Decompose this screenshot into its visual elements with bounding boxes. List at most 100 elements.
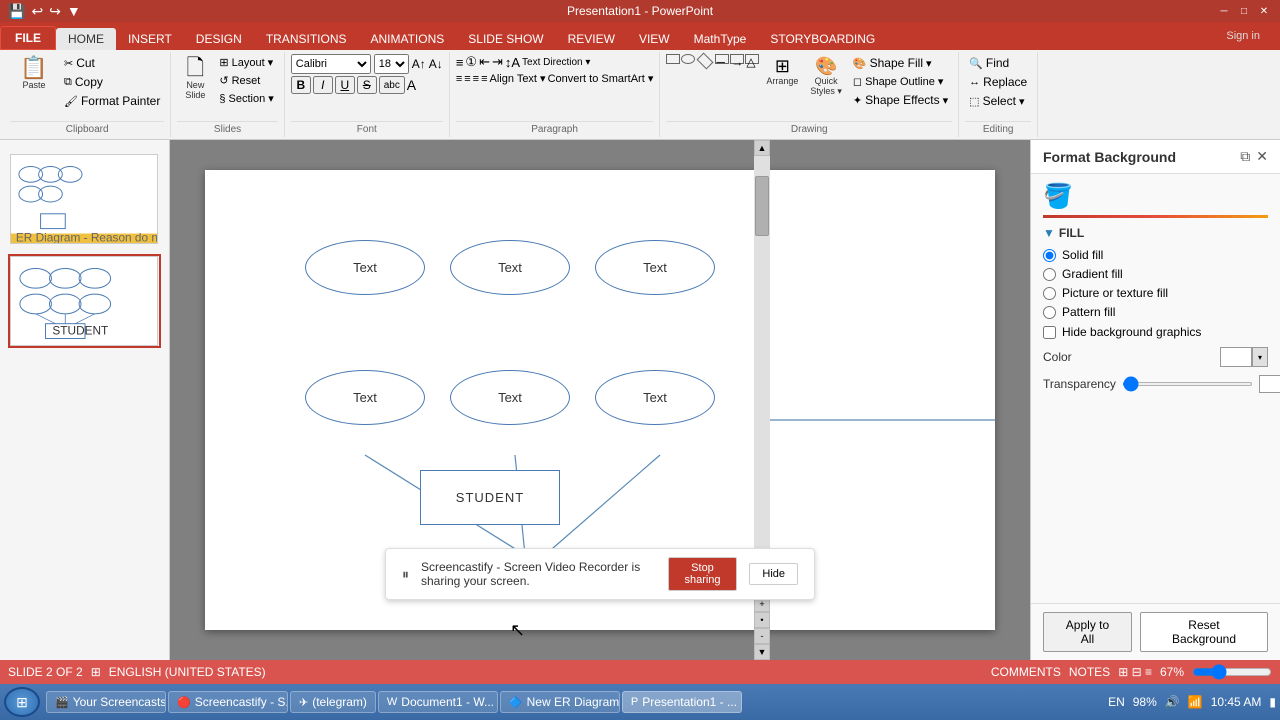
taskbar-powerpoint[interactable]: P Presentation1 - ... — [622, 691, 742, 713]
start-button[interactable]: ⊞ — [4, 687, 40, 717]
network-icon[interactable]: 📶 — [1188, 695, 1203, 709]
ellipse-top-1[interactable]: Text — [305, 240, 425, 295]
notes-btn[interactable]: NOTES — [1069, 665, 1110, 679]
maximize-btn[interactable]: □ — [1236, 3, 1252, 19]
pattern-fill-option[interactable]: Pattern fill — [1043, 305, 1268, 319]
hide-graphics-label[interactable]: Hide background graphics — [1062, 325, 1201, 339]
align-left-btn[interactable]: ≡ — [456, 73, 462, 85]
pattern-fill-radio[interactable] — [1043, 306, 1056, 319]
tab-animations[interactable]: ANIMATIONS — [358, 28, 456, 50]
paste-button[interactable]: 📋 Paste — [10, 54, 58, 93]
hide-graphics-checkbox[interactable] — [1043, 326, 1056, 339]
quick-styles-button[interactable]: 🎨 QuickStyles ▾ — [805, 54, 847, 100]
tab-design[interactable]: DESIGN — [184, 28, 254, 50]
color-swatch[interactable] — [1220, 347, 1252, 367]
layout-button[interactable]: ⊞ Layout ▾ — [215, 54, 277, 71]
stop-sharing-button[interactable]: Stop sharing — [668, 557, 738, 591]
solid-fill-radio[interactable] — [1043, 249, 1056, 262]
show-desktop-btn[interactable]: ▮ — [1269, 695, 1276, 709]
align-text-btn[interactable]: Align Text ▾ — [490, 72, 546, 85]
ellipse-bot-2[interactable]: Text — [450, 370, 570, 425]
decrease-indent-btn[interactable]: ⇤ — [479, 54, 490, 70]
minimize-btn[interactable]: ─ — [1216, 3, 1232, 19]
text-direction-btn[interactable]: ↕A — [505, 55, 520, 70]
taskbar-screencasts[interactable]: 🎬 Your Screencasts... — [46, 691, 166, 713]
volume-icon[interactable]: 🔊 — [1165, 695, 1180, 709]
gradient-fill-option[interactable]: Gradient fill — [1043, 267, 1268, 281]
format-painter-button[interactable]: 🖌 Format Painter — [60, 92, 164, 110]
replace-button[interactable]: ↔ Replace — [965, 73, 1031, 91]
tab-view[interactable]: VIEW — [627, 28, 682, 50]
zoom-slider[interactable] — [1192, 664, 1272, 680]
rect-shape[interactable] — [666, 54, 680, 64]
font-size-select[interactable]: 18 — [374, 54, 409, 74]
scroll-down-btn[interactable]: ▼ — [754, 644, 770, 660]
tab-file[interactable]: FILE — [0, 26, 56, 50]
tab-review[interactable]: REVIEW — [556, 28, 627, 50]
taskbar-er-diagram[interactable]: 🔷 New ER Diagram... — [500, 691, 620, 713]
ellipse-top-3[interactable]: Text — [595, 240, 715, 295]
apply-to-all-button[interactable]: Apply to All — [1043, 612, 1132, 652]
ellipse-bot-1[interactable]: Text — [305, 370, 425, 425]
ellipse-bot-3[interactable]: Text — [595, 370, 715, 425]
slide-thumb-1[interactable]: 1 ER Diagram - Reason do not change — [8, 152, 161, 246]
transparency-slider[interactable] — [1122, 382, 1253, 386]
color-picker[interactable]: ▾ — [1220, 347, 1268, 367]
scroll-track[interactable] — [754, 156, 770, 596]
decrease-font-btn[interactable]: A↓ — [429, 57, 443, 71]
fill-section-header[interactable]: ▼ FILL — [1043, 226, 1268, 240]
ellipse-top-2[interactable]: Text — [450, 240, 570, 295]
scroll-thumb[interactable] — [755, 176, 769, 236]
zoom-out-scroll[interactable]: - — [754, 628, 770, 644]
cut-button[interactable]: ✂ Cut — [60, 54, 164, 72]
align-center-btn[interactable]: ≡ — [464, 73, 470, 85]
arrange-button[interactable]: ⊞ Arrange — [761, 54, 803, 89]
sign-in-link[interactable]: Sign in — [1214, 26, 1272, 46]
reset-background-button[interactable]: Reset Background — [1140, 612, 1268, 652]
canvas-area[interactable]: ▲ + • - ▼ T — [170, 140, 1030, 660]
font-family-select[interactable]: Calibri — [291, 54, 371, 74]
tab-transitions[interactable]: TRANSITIONS — [254, 28, 359, 50]
gradient-fill-radio[interactable] — [1043, 268, 1056, 281]
underline-btn[interactable]: U — [335, 76, 355, 94]
italic-btn[interactable]: I — [313, 76, 333, 94]
shape-outline-button[interactable]: ◻ Shape Outline ▾ — [849, 73, 952, 90]
text-shadow-btn[interactable]: abc — [379, 76, 405, 94]
new-slide-button[interactable]: 🗋 NewSlide — [177, 54, 213, 103]
arrow-shape[interactable]: → — [730, 54, 744, 64]
tab-mathtype[interactable]: MathType — [682, 28, 759, 50]
triangle-shape[interactable]: △ — [745, 54, 759, 64]
panel-float-icon[interactable]: ⧉ — [1240, 148, 1250, 165]
hide-button[interactable]: Hide — [749, 563, 798, 585]
solid-fill-option[interactable]: Solid fill — [1043, 248, 1268, 262]
tab-insert[interactable]: INSERT — [116, 28, 184, 50]
convert-smartart-btn[interactable]: Convert to SmartArt ▾ — [548, 72, 654, 85]
copy-button[interactable]: ⧉ Copy — [60, 73, 164, 91]
strikethrough-btn[interactable]: S — [357, 76, 377, 94]
increase-indent-btn[interactable]: ⇥ — [492, 54, 503, 70]
increase-font-btn[interactable]: A↑ — [412, 57, 426, 71]
tab-home[interactable]: HOME — [56, 28, 116, 50]
color-dropdown[interactable]: ▾ — [1252, 347, 1268, 367]
picture-fill-radio[interactable] — [1043, 287, 1056, 300]
justify-btn[interactable]: ≡ — [481, 73, 487, 85]
gradient-fill-label[interactable]: Gradient fill — [1062, 267, 1123, 281]
scroll-up-btn[interactable]: ▲ — [754, 140, 770, 156]
numbering-btn[interactable]: ① — [465, 54, 477, 70]
zoom-mid-scroll[interactable]: • — [754, 612, 770, 628]
pattern-fill-label[interactable]: Pattern fill — [1062, 305, 1115, 319]
slide-thumb-2[interactable]: 2 STUDENT — [8, 254, 161, 348]
view-icons[interactable]: ⊞ ⊟ ≡ — [1118, 665, 1152, 679]
hide-graphics-option[interactable]: Hide background graphics — [1043, 325, 1268, 339]
panel-close-icon[interactable]: ✕ — [1256, 148, 1268, 165]
close-btn[interactable]: ✕ — [1256, 3, 1272, 19]
diamond-shape[interactable] — [697, 53, 714, 70]
find-button[interactable]: 🔍 Find — [965, 54, 1031, 72]
shape-effects-button[interactable]: ✦ Shape Effects ▾ — [849, 91, 952, 109]
taskbar-word[interactable]: W Document1 - W... — [378, 691, 498, 713]
tab-slideshow[interactable]: SLIDE SHOW — [456, 28, 555, 50]
taskbar-telegram[interactable]: ✈ (telegram) — [290, 691, 376, 713]
align-right-btn[interactable]: ≡ — [473, 73, 479, 85]
transparency-value[interactable] — [1259, 375, 1280, 393]
oval-shape[interactable] — [681, 54, 695, 64]
